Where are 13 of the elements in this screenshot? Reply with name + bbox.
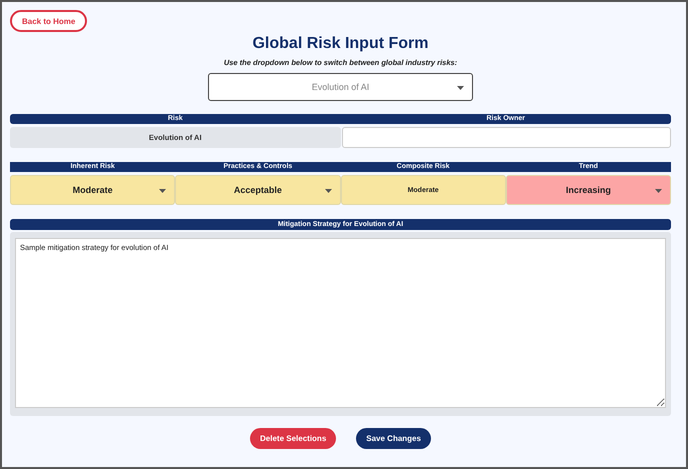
rating-dropdown[interactable]: Moderate [10, 175, 176, 205]
risk-dropdown[interactable]: Evolution of AI [208, 73, 473, 101]
caret-icon [324, 189, 332, 193]
save-button[interactable]: Save Changes [356, 428, 431, 449]
rating-dropdown[interactable]: Increasing [506, 175, 671, 205]
form-title: Global Risk Input Form [251, 34, 430, 54]
caret-icon [159, 189, 166, 193]
rating-dropdown[interactable]: Acceptable [175, 175, 340, 205]
delete-button[interactable]: Delete Selections [250, 428, 336, 449]
caret-icon [655, 189, 662, 193]
caret-icon [457, 86, 464, 90]
back-button[interactable]: Back to Home [10, 10, 88, 32]
risk-owner-field[interactable] [342, 127, 671, 148]
